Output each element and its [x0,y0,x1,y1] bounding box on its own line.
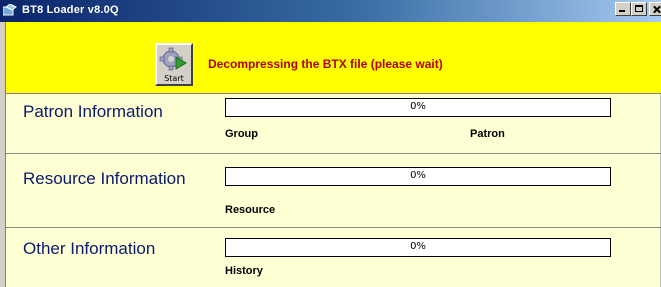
resource-label: Resource [225,204,276,216]
bt8-loader-icon [2,3,17,16]
resource-progress-bar: 0% [225,167,611,186]
status-message: Decompressing the BTX file (please wait) [208,57,443,71]
start-button[interactable]: Start [155,43,193,86]
patron-label: Patron [470,128,505,140]
other-progress-bar: 0% [225,238,611,257]
section-title-patron: Patron Information [23,102,163,121]
patron-section: Patron Information 0% Group Patron [6,94,661,154]
minimize-icon[interactable] [615,2,631,16]
group-label: Group [225,128,258,140]
gear-play-icon [159,47,187,71]
patron-progress-text: 0% [410,101,426,112]
other-progress-text: 0% [410,241,426,252]
other-section: Other Information 0% History [6,228,661,287]
status-banner: Start Decompressing the BTX file (please… [6,22,661,94]
close-icon[interactable] [649,2,661,16]
title-bar[interactable]: BT8 Loader v8.0Q [0,0,661,22]
section-title-resource: Resource Information [23,169,186,188]
history-label: History [225,265,263,277]
patron-progress-bar: 0% [225,98,611,117]
resource-progress-text: 0% [410,170,426,181]
resource-section: Resource Information 0% Resource [6,154,661,228]
start-button-label: Start [164,74,184,83]
window-title: BT8 Loader v8.0Q [22,4,119,16]
maximize-icon[interactable] [631,2,647,16]
section-title-other: Other Information [23,239,156,258]
